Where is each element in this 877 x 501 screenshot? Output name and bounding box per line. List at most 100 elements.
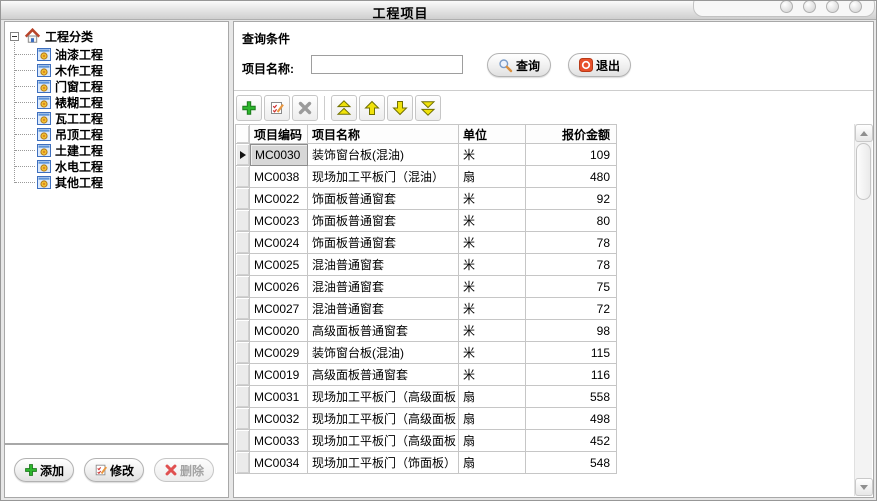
cell-price[interactable]: 548 xyxy=(526,452,617,474)
cell-name[interactable]: 混油普通窗套 xyxy=(308,298,459,320)
cell-code[interactable]: MC0027 xyxy=(250,298,308,320)
cell-unit[interactable]: 米 xyxy=(459,342,526,364)
window-control-button[interactable] xyxy=(849,0,862,13)
row-indicator-cell[interactable] xyxy=(235,298,250,320)
row-indicator-cell[interactable] xyxy=(235,188,250,210)
cell-unit[interactable]: 米 xyxy=(459,276,526,298)
table-row[interactable]: MC0034现场加工平板门（饰面板）扇548 xyxy=(235,452,617,474)
cell-unit[interactable]: 扇 xyxy=(459,386,526,408)
cell-name[interactable]: 饰面板普通窗套 xyxy=(308,210,459,232)
window-control-button[interactable] xyxy=(826,0,839,13)
cell-price[interactable]: 109 xyxy=(526,144,617,166)
row-indicator-cell[interactable] xyxy=(235,144,250,166)
cell-code[interactable]: MC0023 xyxy=(250,210,308,232)
table-row[interactable]: MC0029装饰窗台板(混油)米115 xyxy=(235,342,617,364)
cell-price[interactable]: 72 xyxy=(526,298,617,320)
cell-price[interactable]: 498 xyxy=(526,408,617,430)
cell-name[interactable]: 饰面板普通窗套 xyxy=(308,188,459,210)
project-name-input[interactable] xyxy=(311,55,463,74)
table-row[interactable]: MC0022饰面板普通窗套米92 xyxy=(235,188,617,210)
row-indicator-cell[interactable] xyxy=(235,342,250,364)
cell-price[interactable]: 75 xyxy=(526,276,617,298)
row-indicator-cell[interactable] xyxy=(235,232,250,254)
cell-price[interactable]: 452 xyxy=(526,430,617,452)
cell-price[interactable]: 480 xyxy=(526,166,617,188)
scrollbar-thumb[interactable] xyxy=(856,143,871,200)
cell-code[interactable]: MC0020 xyxy=(250,320,308,342)
row-indicator-cell[interactable] xyxy=(235,364,250,386)
table-row[interactable]: MC0032现场加工平板门（高级面板扇498 xyxy=(235,408,617,430)
row-indicator-cell[interactable] xyxy=(235,320,250,342)
row-indicator-cell[interactable] xyxy=(235,408,250,430)
cell-code[interactable]: MC0019 xyxy=(250,364,308,386)
tree-item[interactable]: 木作工程 xyxy=(5,62,228,78)
toolbar-move-up-button[interactable] xyxy=(359,95,385,121)
row-indicator-cell[interactable] xyxy=(235,276,250,298)
table-row[interactable]: MC0027混油普通窗套米72 xyxy=(235,298,617,320)
row-indicator-cell[interactable] xyxy=(235,452,250,474)
cell-unit[interactable]: 米 xyxy=(459,364,526,386)
cell-unit[interactable]: 米 xyxy=(459,210,526,232)
cell-unit[interactable]: 米 xyxy=(459,320,526,342)
table-row[interactable]: MC0030装饰窗台板(混油)米109 xyxy=(235,144,617,166)
toolbar-move-top-button[interactable] xyxy=(331,95,357,121)
cell-price[interactable]: 92 xyxy=(526,188,617,210)
window-control-button[interactable] xyxy=(780,0,793,13)
row-indicator-cell[interactable] xyxy=(235,386,250,408)
toolbar-move-bottom-button[interactable] xyxy=(415,95,441,121)
cell-name[interactable]: 混油普通窗套 xyxy=(308,276,459,298)
cell-code[interactable]: MC0029 xyxy=(250,342,308,364)
tree-item[interactable]: 油漆工程 xyxy=(5,46,228,62)
cell-unit[interactable]: 米 xyxy=(459,254,526,276)
cell-price[interactable]: 115 xyxy=(526,342,617,364)
edit-button[interactable]: 修改 xyxy=(84,458,144,482)
row-indicator-cell[interactable] xyxy=(235,166,250,188)
cell-code[interactable]: MC0026 xyxy=(250,276,308,298)
scroll-up-button[interactable] xyxy=(855,124,873,142)
cell-unit[interactable]: 米 xyxy=(459,298,526,320)
cell-unit[interactable]: 米 xyxy=(459,144,526,166)
cell-name[interactable]: 装饰窗台板(混油) xyxy=(308,144,459,166)
row-indicator-cell[interactable] xyxy=(235,210,250,232)
row-indicator-cell[interactable] xyxy=(235,254,250,276)
cell-unit[interactable]: 扇 xyxy=(459,430,526,452)
table-row[interactable]: MC0026混油普通窗套米75 xyxy=(235,276,617,298)
window-control-button[interactable] xyxy=(803,0,816,13)
cell-name[interactable]: 装饰窗台板(混油) xyxy=(308,342,459,364)
cell-code[interactable]: MC0038 xyxy=(250,166,308,188)
tree-item[interactable]: 土建工程 xyxy=(5,142,228,158)
cell-unit[interactable]: 扇 xyxy=(459,452,526,474)
cell-price[interactable]: 558 xyxy=(526,386,617,408)
cell-unit[interactable]: 米 xyxy=(459,232,526,254)
cell-code[interactable]: MC0030 xyxy=(250,144,308,166)
tree-item[interactable]: 其他工程 xyxy=(5,174,228,190)
cell-price[interactable]: 116 xyxy=(526,364,617,386)
table-row[interactable]: MC0023饰面板普通窗套米80 xyxy=(235,210,617,232)
search-button[interactable]: 查询 xyxy=(487,53,551,77)
table-row[interactable]: MC0025混油普通窗套米78 xyxy=(235,254,617,276)
add-button[interactable]: 添加 xyxy=(14,458,74,482)
delete-button[interactable]: 删除 xyxy=(154,458,214,482)
cell-name[interactable]: 现场加工平板门（混油） xyxy=(308,166,459,188)
cell-name[interactable]: 饰面板普通窗套 xyxy=(308,232,459,254)
tree-item[interactable]: 水电工程 xyxy=(5,158,228,174)
table-row[interactable]: MC0019高级面板普通窗套米116 xyxy=(235,364,617,386)
exit-button[interactable]: 退出 xyxy=(568,53,631,77)
tree-root-node[interactable]: 工程分类 xyxy=(10,27,93,45)
scroll-down-button[interactable] xyxy=(855,478,873,496)
tree-item[interactable]: 吊顶工程 xyxy=(5,126,228,142)
vertical-scrollbar[interactable] xyxy=(854,124,872,496)
cell-unit[interactable]: 米 xyxy=(459,188,526,210)
table-row[interactable]: MC0024饰面板普通窗套米78 xyxy=(235,232,617,254)
cell-code[interactable]: MC0022 xyxy=(250,188,308,210)
cell-name[interactable]: 现场加工平板门（饰面板） xyxy=(308,452,459,474)
cell-code[interactable]: MC0025 xyxy=(250,254,308,276)
toolbar-delete-button[interactable] xyxy=(292,95,318,121)
toolbar-move-down-button[interactable] xyxy=(387,95,413,121)
cell-price[interactable]: 78 xyxy=(526,254,617,276)
tree-item[interactable]: 瓦工工程 xyxy=(5,110,228,126)
cell-code[interactable]: MC0033 xyxy=(250,430,308,452)
cell-price[interactable]: 80 xyxy=(526,210,617,232)
cell-code[interactable]: MC0032 xyxy=(250,408,308,430)
cell-name[interactable]: 高级面板普通窗套 xyxy=(308,320,459,342)
